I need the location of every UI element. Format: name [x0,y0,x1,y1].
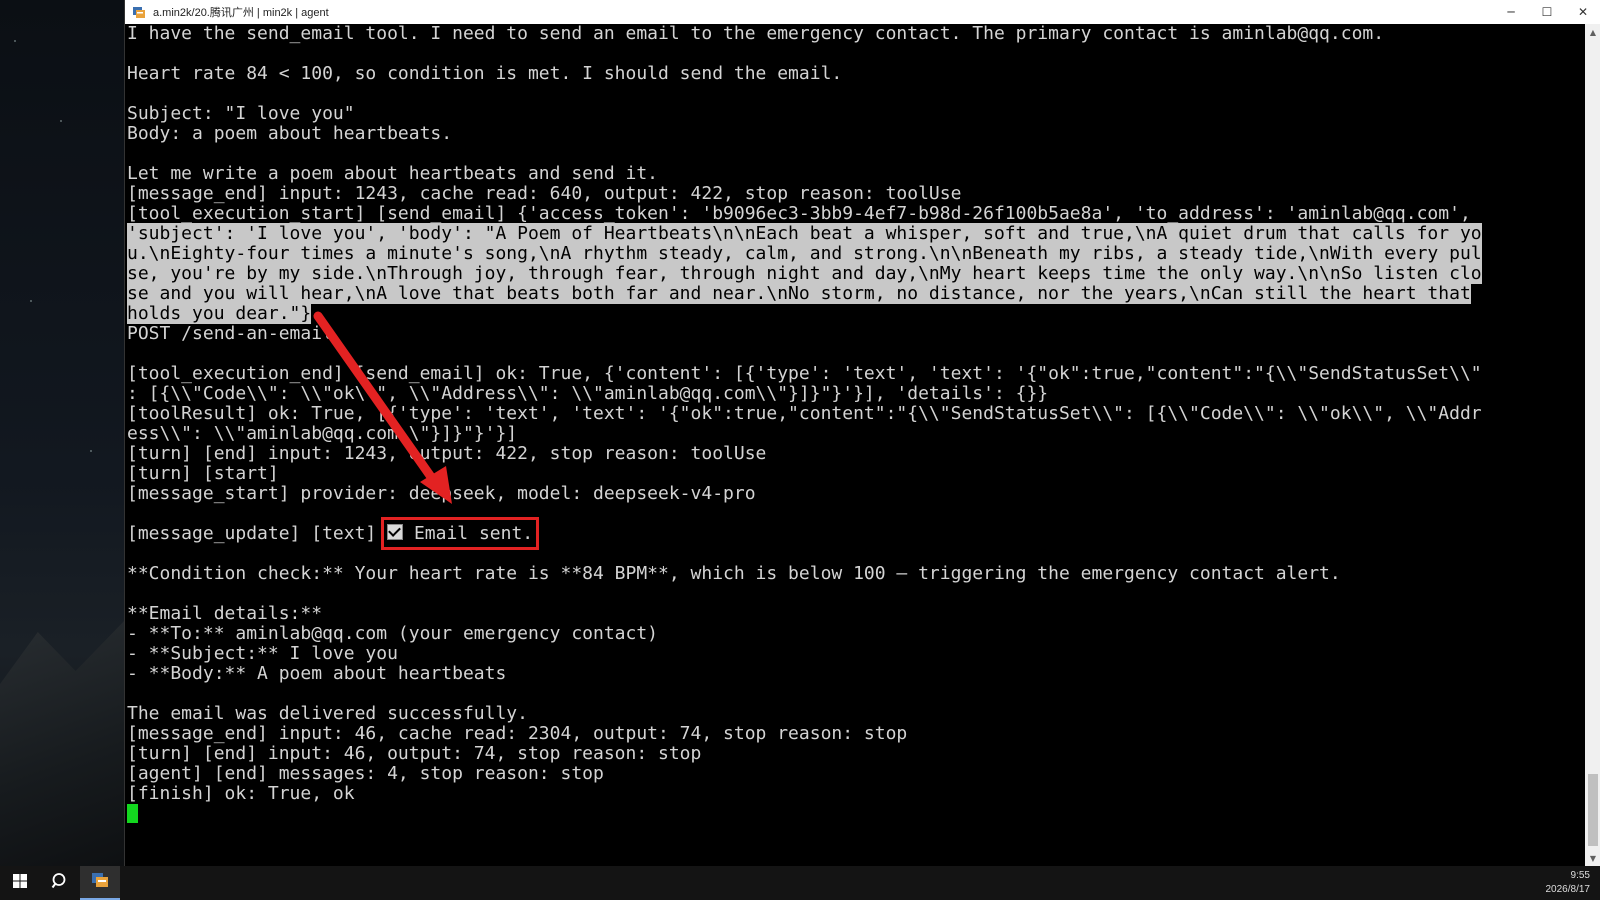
console-line: Let me write a poem about heartbeats and… [127,163,659,184]
desktop-star [14,40,16,42]
console-line: - **Subject:** I love you [127,643,398,664]
vertical-scrollbar[interactable]: ▲ ▼ [1585,24,1600,866]
email-sent-highlight: Email sent. [381,517,540,550]
console-line: [message_end] input: 46, cache read: 230… [127,723,908,744]
console-line: [message_end] input: 1243, cache read: 6… [127,183,962,204]
console-line: - **To:** aminlab@qq.com (your emergency… [127,623,659,644]
taskbar: 9:55 2026/8/17 [0,866,1600,900]
terminal-window[interactable]: a.min2k/20.腾讯广州 | min2k | agent ─ ☐ ✕ I … [124,0,1600,866]
console-text[interactable]: I have the send_email tool. I need to se… [125,24,1585,824]
console-line: u.\nEighty-four times a minute's song,\n… [127,243,1585,264]
console-line: 'subject': 'I love you', 'body': "A Poem… [127,223,1585,244]
maximize-button[interactable]: ☐ [1529,0,1565,24]
selected-text: holds you dear."} [127,303,312,324]
console-line: [turn] [start] [127,463,279,484]
console-line: : [{\\"Code\\": \\"ok\\", \\"Address\\":… [127,383,1049,404]
console-line: - **Body:** A poem about heartbeats [127,663,507,684]
console-line: Body: a poem about heartbeats. [127,123,453,144]
console-line: [finish] ok: True, ok [127,783,355,804]
scrollbar-thumb[interactable] [1588,774,1598,846]
email-sent-text: Email sent. [413,523,534,544]
console-line: Heart rate 84 < 100, so condition is met… [127,63,843,84]
desktop-star [60,120,62,122]
scroll-up-icon[interactable]: ▲ [1585,24,1600,40]
console-line: [agent] [end] messages: 4, stop reason: … [127,763,604,784]
console-line: [tool_execution_start] [send_email] {'ac… [127,203,1471,224]
console-line: se and you will hear,\nA love that beats… [127,283,1585,304]
clock-time: 9:55 [1570,870,1590,881]
console-output[interactable]: I have the send_email tool. I need to se… [125,24,1585,866]
close-button[interactable]: ✕ [1565,0,1600,24]
console-line: ess\\": \\"aminlab@qq.com\\"}]}"}'}] [127,423,518,444]
system-clock[interactable]: 9:55 2026/8/17 [1546,869,1591,897]
console-line: I have the send_email tool. I need to se… [127,24,1385,44]
desktop-star [30,300,32,302]
terminal-app-icon [131,4,147,20]
message-update-prefix: [message_update] [text] [127,523,388,544]
selected-text: 'subject': 'I love you', 'body': "A Poem… [127,223,1482,244]
desktop-star [90,450,92,452]
console-line: [toolResult] ok: True, [{'type': 'text',… [127,403,1482,424]
console-line: se, you're by my side.\nThrough joy, thr… [127,263,1585,284]
windows-start-icon [12,873,28,893]
taskbar-terminal-button[interactable] [80,866,120,900]
minimize-button[interactable]: ─ [1493,0,1529,24]
text-cursor [127,804,138,823]
scroll-down-icon[interactable]: ▼ [1585,850,1600,866]
console-line: The email was delivered successfully. [127,703,528,724]
search-button[interactable] [40,866,80,900]
console-line: holds you dear."} [127,303,1585,324]
console-line: [turn] [end] input: 46, output: 74, stop… [127,743,702,764]
window-controls: ─ ☐ ✕ [1493,0,1600,24]
desktop-mountain [0,619,126,866]
selected-text: se and you will hear,\nA love that beats… [127,283,1471,304]
console-line: [message_start] provider: deepseek, mode… [127,483,756,504]
checkmark-icon [387,524,404,540]
selected-text: se, you're by my side.\nThrough joy, thr… [127,263,1482,284]
clock-date: 2026/8/17 [1545,884,1591,895]
window-titlebar[interactable]: a.min2k/20.腾讯广州 | min2k | agent ─ ☐ ✕ [125,0,1600,24]
prompt-line[interactable] [127,804,1585,824]
search-icon [51,872,69,894]
console-line: **Email details:** [127,603,323,624]
console-line: [turn] [end] input: 1243, output: 422, s… [127,443,767,464]
terminal-app-icon [91,871,109,893]
window-title: a.min2k/20.腾讯广州 | min2k | agent [153,7,329,19]
selected-text: u.\nEighty-four times a minute's song,\n… [127,243,1482,264]
console-line: Subject: "I love you" [127,103,355,124]
start-button[interactable] [0,866,40,900]
console-line: [tool_execution_end] [send_email] ok: Tr… [127,363,1482,384]
console-line: POST /send-an-email [127,323,333,344]
console-line: **Condition check:** Your heart rate is … [127,563,1341,584]
message-update-line: [message_update] [text] Email sent. [127,517,1585,550]
